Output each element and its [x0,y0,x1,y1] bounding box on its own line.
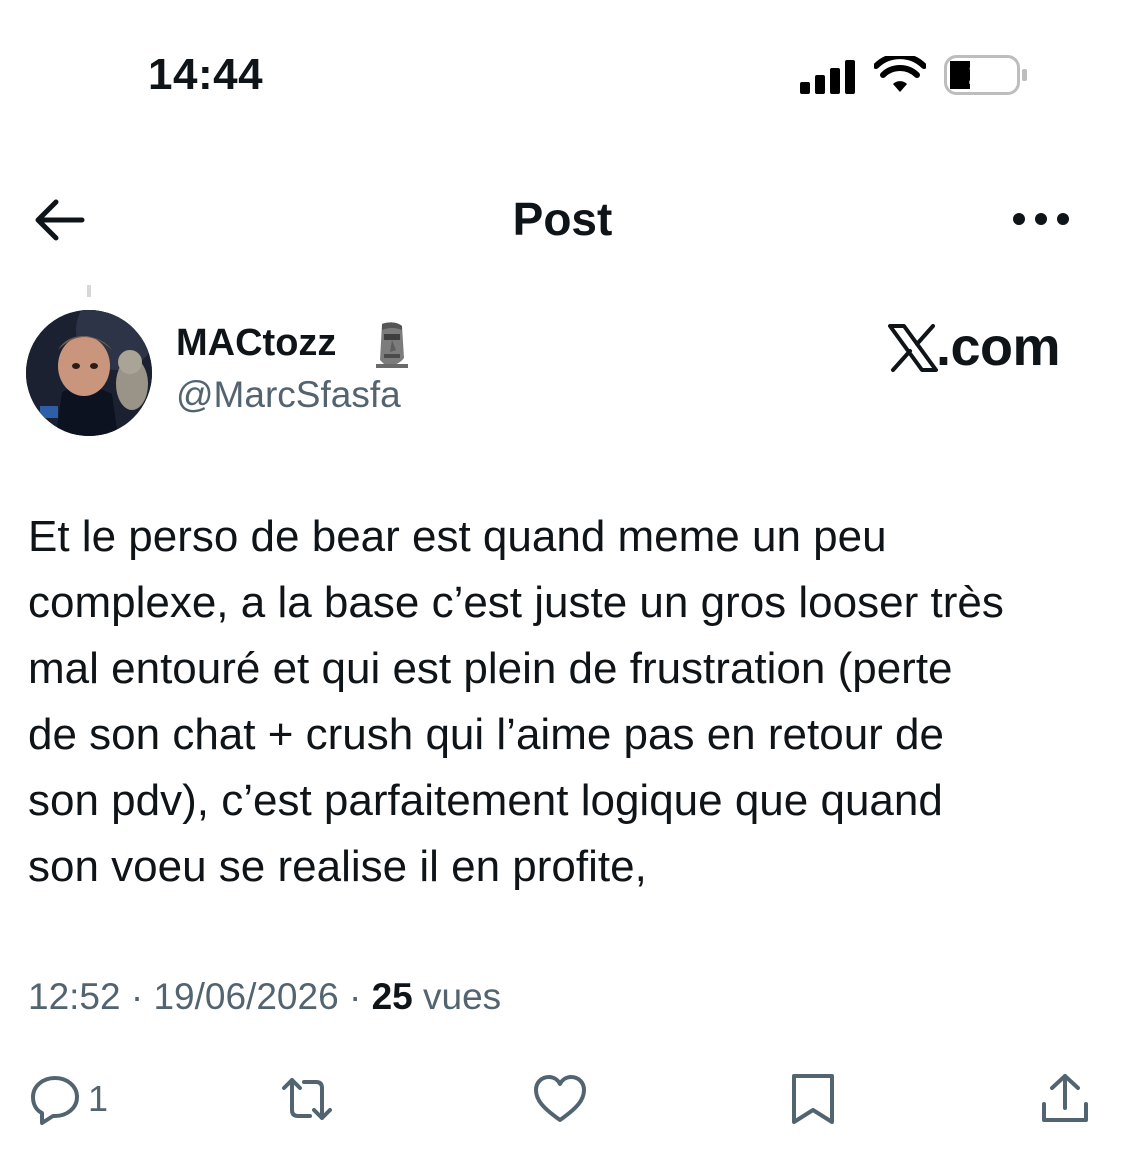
meta-separator: · [120,976,154,1017]
signal-icon [800,60,855,94]
post-line: son voeu se realise il en profite, [28,842,647,891]
reply-count: 1 [88,1078,109,1119]
more-dots-icon [1013,213,1069,225]
moai-icon [376,322,408,368]
wifi-icon [874,56,926,92]
reply-button[interactable]: 1 [26,1070,108,1128]
status-time: 14:44 [148,50,264,99]
post-meta: 12:52 · 19/06/2026 · 25 vues [28,976,501,1018]
post-line: mal entouré et qui est plein de frustrat… [28,644,953,693]
avatar-image [26,310,152,436]
author-handle[interactable]: @MarcSfasfa [176,374,401,416]
share-icon [1042,1074,1088,1122]
post-line: de son chat + crush qui l’aime pas en re… [28,710,944,759]
author-display-name[interactable]: MACtozz [176,322,336,365]
post-line: son pdv), c’est parfaitement logique que… [28,776,943,825]
views-count: 25 [371,976,413,1017]
repost-icon [282,1078,332,1120]
like-icon [534,1075,586,1122]
like-button[interactable] [531,1070,589,1128]
repost-button[interactable] [278,1070,336,1128]
meta-separator: · [338,976,372,1017]
post-line: complexe, a la base c’est juste un gros … [28,578,1004,627]
avatar[interactable] [26,310,152,436]
bookmark-icon [792,1074,834,1124]
x-logo-icon [888,324,938,372]
reply-icon [31,1076,79,1125]
share-button[interactable] [1036,1070,1094,1128]
post-date: 19/06/2026 [153,976,339,1017]
divider-mark [87,285,91,297]
battery-level: 29 [968,58,1002,91]
brand-domain: .com [936,317,1061,377]
views-label: vues [412,976,502,1017]
bookmark-button[interactable] [784,1070,842,1128]
post-line: Et le perso de bear est quand meme un pe… [28,512,887,561]
post-text: Et le perso de bear est quand meme un pe… [28,504,1103,900]
page-title: Post [512,193,613,245]
more-options-button[interactable] [1010,208,1072,230]
post-time: 12:52 [28,976,121,1017]
